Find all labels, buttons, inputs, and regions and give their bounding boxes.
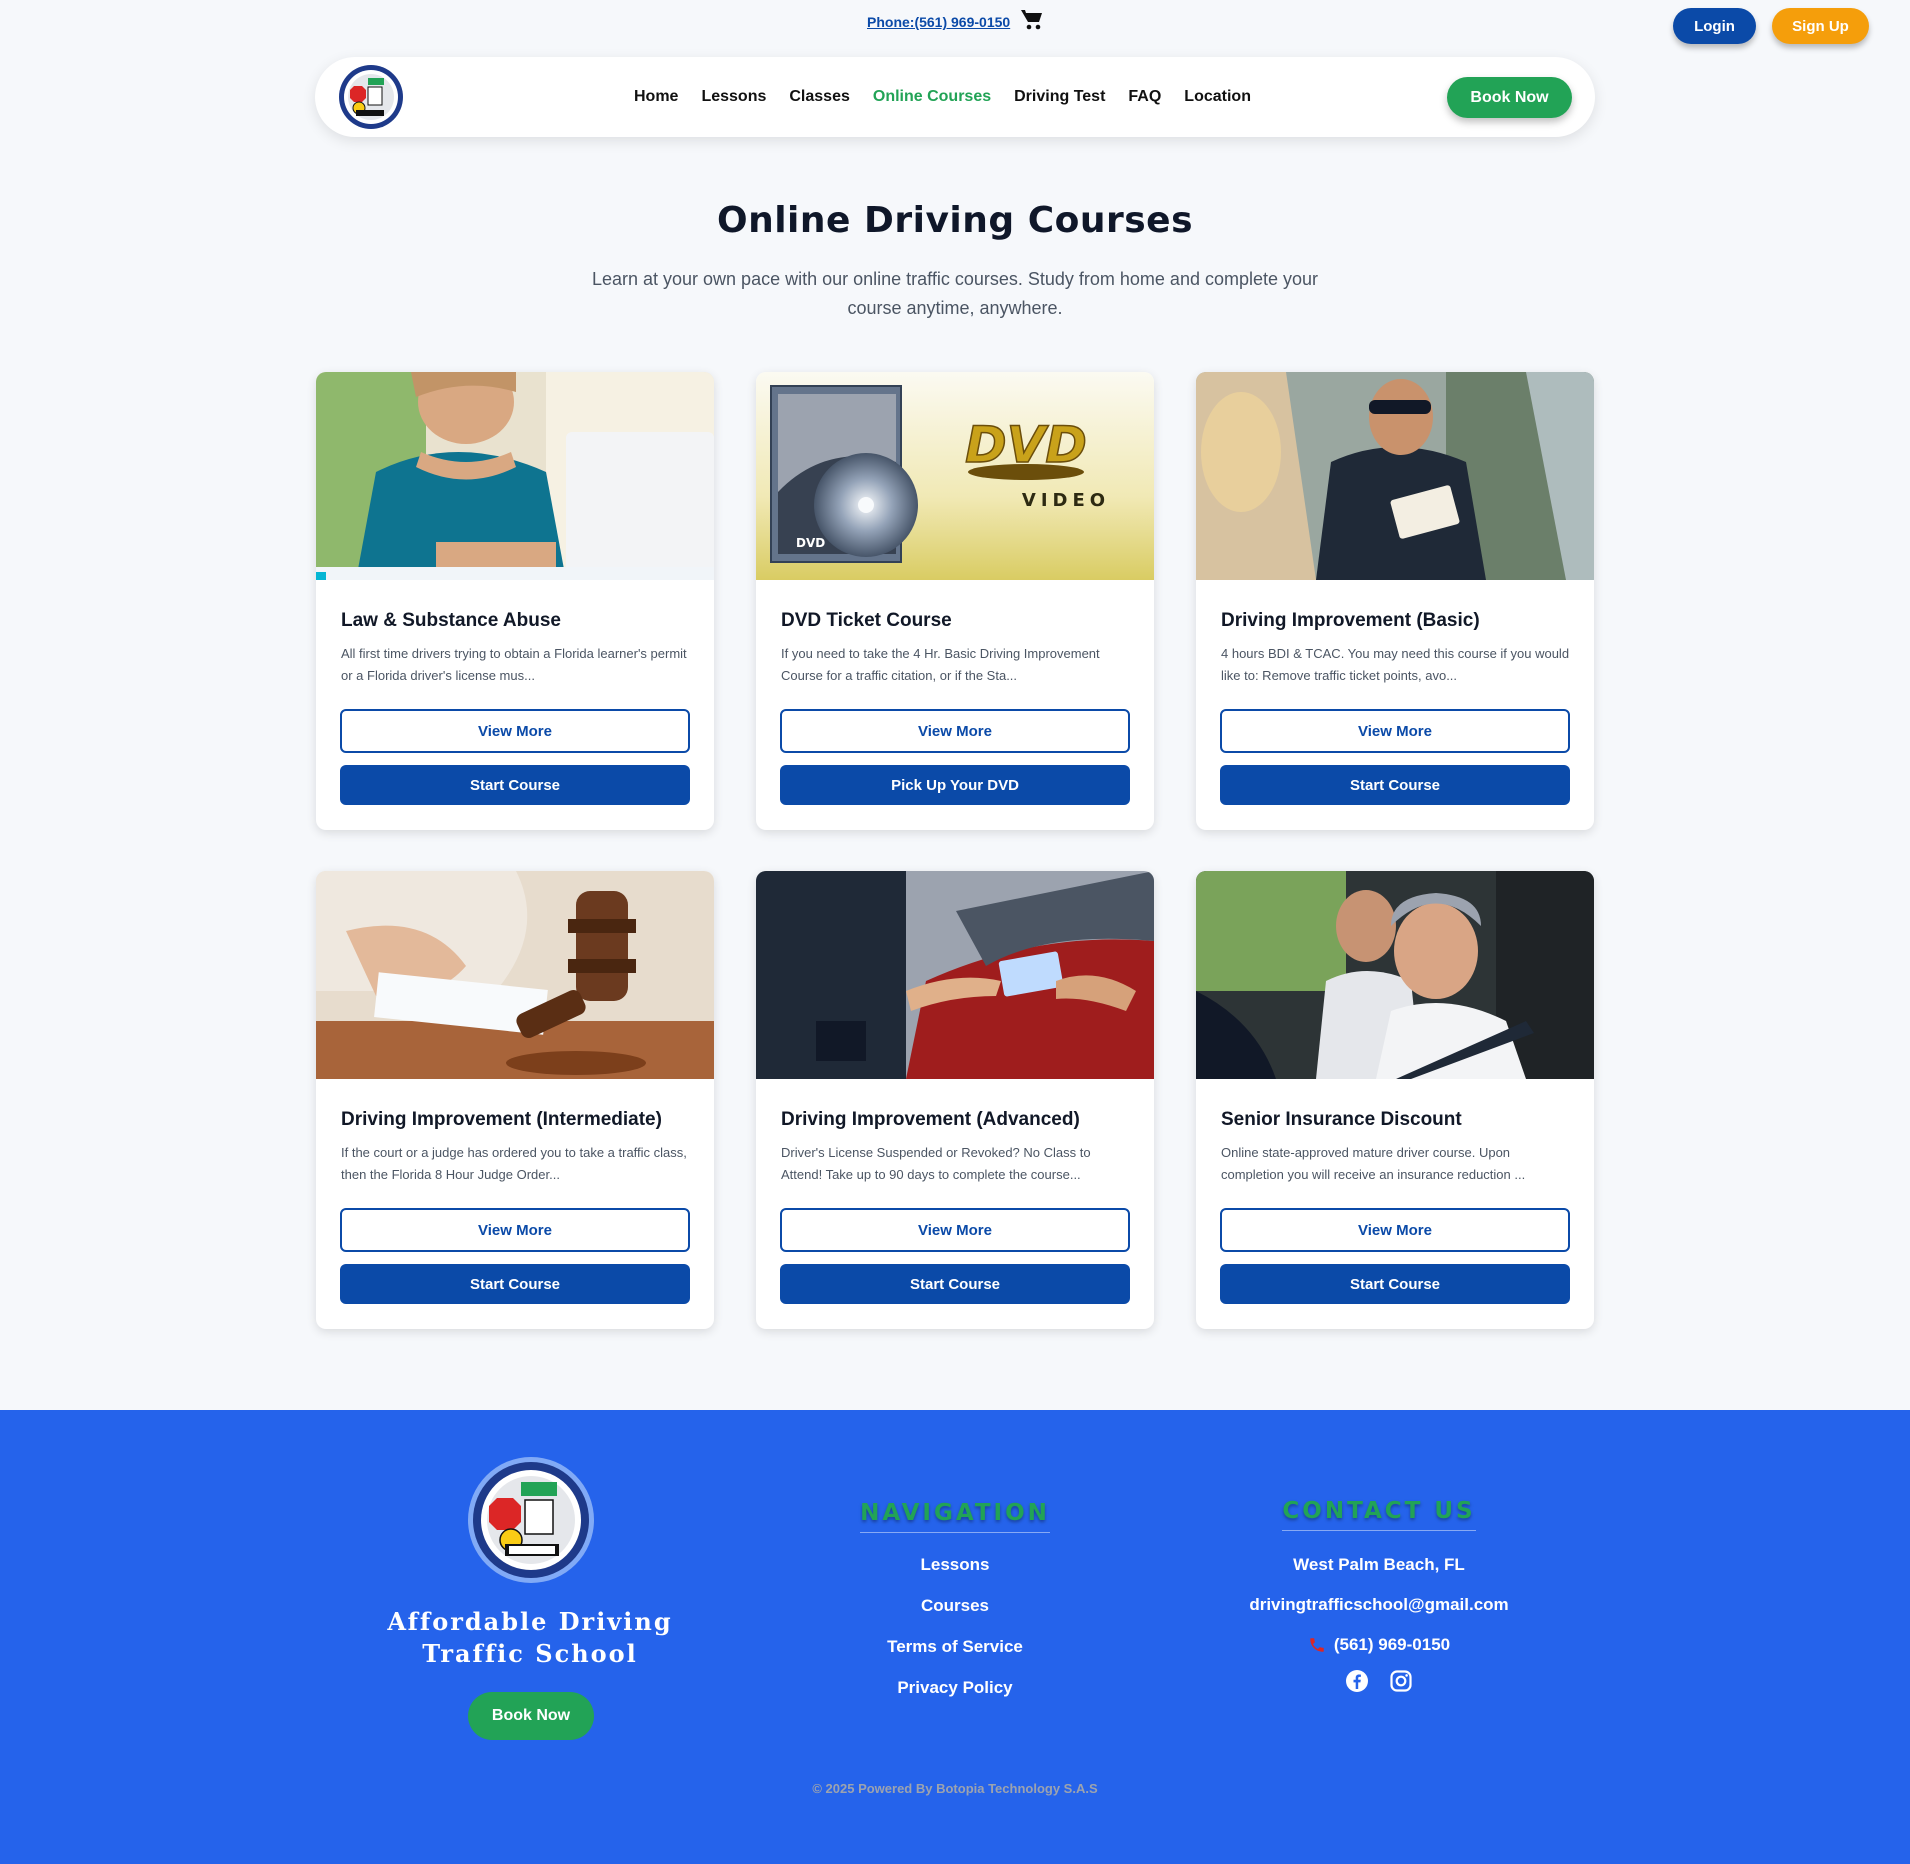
course-title: Driving Improvement (Basic) [1221, 610, 1480, 631]
start-course-button[interactable]: Start Course [340, 765, 690, 805]
footer-link-terms[interactable]: Terms of Service [805, 1637, 1105, 1657]
footer-link-courses[interactable]: Courses [805, 1596, 1105, 1616]
start-course-button[interactable]: Start Course [1220, 765, 1570, 805]
footer-link-privacy[interactable]: Privacy Policy [805, 1678, 1105, 1698]
dvd-video-photo: DVD VIDEO DVD [756, 372, 1154, 580]
facebook-icon[interactable] [1345, 1669, 1369, 1693]
course-title: Senior Insurance Discount [1221, 1109, 1462, 1130]
footer-contact-heading: CONTACT US [1282, 1498, 1476, 1531]
license-handover-photo [756, 871, 1154, 1079]
page-title: Online Driving Courses [716, 200, 1193, 241]
pick-up-dvd-button[interactable]: Pick Up Your DVD [780, 765, 1130, 805]
course-title: Driving Improvement (Intermediate) [341, 1109, 662, 1130]
footer-brand-name: Affordable Driving Traffic School [380, 1606, 680, 1670]
nav-item-home[interactable]: Home [634, 88, 678, 106]
nav-item-online-courses[interactable]: Online Courses [873, 88, 991, 106]
footer-brand-line2: Traffic School [422, 1639, 638, 1668]
contact-location: West Palm Beach, FL [1229, 1555, 1529, 1575]
instagram-icon[interactable] [1389, 1669, 1413, 1693]
dvd-small-text: DVD [796, 536, 825, 550]
woman-laptop-photo [316, 372, 714, 580]
view-more-button[interactable]: View More [340, 1208, 690, 1252]
footer-brand-line1: Affordable Driving [387, 1607, 673, 1636]
main-navbar: Home Lessons Classes Online Courses Driv… [315, 57, 1595, 137]
course-card-intermediate: Driving Improvement (Intermediate) If th… [316, 871, 714, 1329]
course-card-law-substance: Law & Substance Abuse All first time dri… [316, 372, 714, 830]
nav-links: Home Lessons Classes Online Courses Driv… [634, 57, 1274, 137]
nav-item-lessons[interactable]: Lessons [701, 88, 766, 106]
phone-link[interactable]: Phone:(561) 969-0150 [867, 14, 1010, 30]
school-logo-icon[interactable] [338, 64, 404, 130]
copyright-text: © 2025 Powered By Botopia Technology S.A… [812, 1781, 1098, 1796]
course-card-advanced: Driving Improvement (Advanced) Driver's … [756, 871, 1154, 1329]
top-utility-bar: Phone:(561) 969-0150 Login Sign Up [0, 0, 1910, 50]
footer-book-now-button[interactable]: Book Now [468, 1692, 594, 1740]
start-course-button[interactable]: Start Course [340, 1264, 690, 1304]
footer-navigation: NAVIGATION Lessons Courses Terms of Serv… [805, 1500, 1105, 1698]
login-button[interactable]: Login [1673, 8, 1756, 44]
course-description: Driver's License Suspended or Revoked? N… [781, 1145, 1091, 1182]
contact-location-text: West Palm Beach, FL [1293, 1555, 1465, 1574]
course-title: Driving Improvement (Advanced) [781, 1109, 1080, 1130]
view-more-button[interactable]: View More [780, 709, 1130, 753]
site-footer: Affordable Driving Traffic School Book N… [0, 1410, 1910, 1864]
nav-item-driving-test[interactable]: Driving Test [1014, 88, 1105, 106]
course-description: 4 hours BDI & TCAC. You may need this co… [1221, 646, 1570, 683]
footer-contact: CONTACT US West Palm Beach, FL drivingtr… [1229, 1498, 1529, 1693]
start-course-button[interactable]: Start Course [1220, 1264, 1570, 1304]
contact-email-text[interactable]: drivingtrafficschool@gmail.com [1249, 1595, 1508, 1615]
start-course-button[interactable]: Start Course [780, 1264, 1130, 1304]
police-officer-photo [1196, 372, 1594, 580]
contact-phone-text[interactable]: (561) 969-0150 [1334, 1635, 1450, 1655]
page-subtitle: Learn at your own pace with our online t… [591, 269, 1319, 318]
nav-item-location[interactable]: Location [1184, 88, 1251, 106]
dvd-video-text: VIDEO [1022, 490, 1110, 511]
course-card-dvd-ticket: DVD VIDEO DVD DVD Ticket Course If you n… [756, 372, 1154, 830]
view-more-button[interactable]: View More [1220, 709, 1570, 753]
signup-button[interactable]: Sign Up [1772, 8, 1869, 44]
gavel-photo [316, 871, 714, 1079]
course-description: If you need to take the 4 Hr. Basic Driv… [781, 646, 1100, 683]
course-description: If the court or a judge has ordered you … [341, 1145, 687, 1182]
footer-navigation-heading: NAVIGATION [860, 1500, 1050, 1533]
book-now-button[interactable]: Book Now [1447, 77, 1572, 118]
contact-email[interactable]: drivingtrafficschool@gmail.com [1229, 1595, 1529, 1615]
view-more-button[interactable]: View More [780, 1208, 1130, 1252]
contact-phone[interactable]: (561) 969-0150 [1229, 1635, 1529, 1655]
social-links [1229, 1669, 1529, 1693]
nav-item-faq[interactable]: FAQ [1128, 88, 1161, 106]
course-title: DVD Ticket Course [781, 610, 952, 631]
view-more-button[interactable]: View More [340, 709, 690, 753]
nav-item-classes[interactable]: Classes [789, 88, 850, 106]
course-description: All first time drivers trying to obtain … [341, 646, 687, 683]
view-more-button[interactable]: View More [1220, 1208, 1570, 1252]
footer-link-lessons[interactable]: Lessons [805, 1555, 1105, 1575]
cart-icon[interactable] [1020, 9, 1044, 31]
course-description: Online state-approved mature driver cour… [1221, 1145, 1526, 1182]
phone-icon [1310, 1638, 1324, 1652]
course-card-senior: Senior Insurance Discount Online state-a… [1196, 871, 1594, 1329]
school-logo-icon[interactable] [467, 1456, 595, 1584]
course-card-basic: Driving Improvement (Basic) 4 hours BDI … [1196, 372, 1594, 830]
course-title: Law & Substance Abuse [341, 610, 561, 631]
senior-couple-car-photo [1196, 871, 1594, 1079]
